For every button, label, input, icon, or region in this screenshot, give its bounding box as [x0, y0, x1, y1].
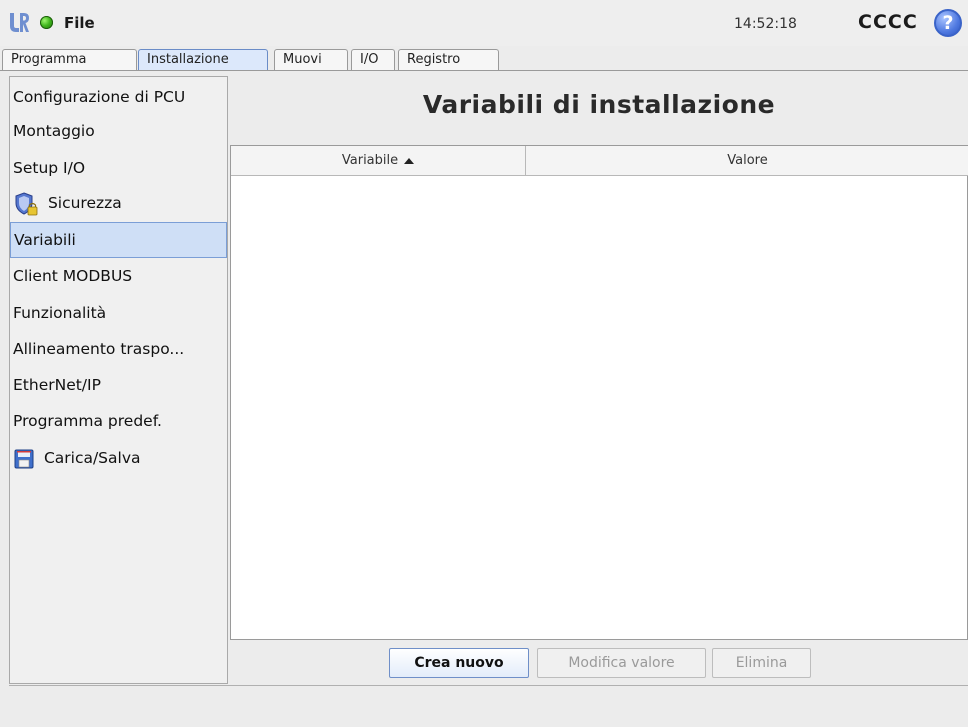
sidebar-item-label: Sicurezza — [47, 194, 122, 212]
floppy-disk-icon — [14, 449, 34, 468]
sidebar-item-allineamento[interactable]: Allineamento traspo... — [10, 332, 227, 366]
footer-divider — [9, 685, 968, 686]
sidebar-item-client-modbus[interactable]: Client MODBUS — [10, 259, 227, 293]
ur-logo-icon[interactable] — [8, 11, 30, 35]
edit-value-button[interactable]: Modifica valore — [537, 648, 706, 678]
tabs-divider — [0, 70, 968, 71]
robot-name: CCCC — [858, 11, 918, 33]
sidebar-item-sicurezza[interactable]: Sicurezza — [10, 186, 227, 220]
table-header: Variabile Valore — [231, 146, 968, 176]
column-header-variabile[interactable]: Variabile — [231, 146, 525, 176]
clock: 14:52:18 — [734, 16, 797, 32]
sidebar-item-label: Carica/Salva — [43, 449, 141, 467]
tab-programma[interactable]: Programma — [2, 49, 137, 71]
sidebar-item-label: Client MODBUS — [13, 267, 133, 285]
sidebar-item-setup-io[interactable]: Setup I/O — [10, 151, 227, 185]
create-new-button[interactable]: Crea nuovo — [389, 648, 529, 678]
tab-muovi[interactable]: Muovi — [274, 49, 348, 71]
tab-installazione[interactable]: Installazione — [138, 49, 268, 71]
sidebar-item-label: Variabili — [14, 231, 76, 249]
sidebar-item-label: Configurazione di PCU — [13, 88, 186, 106]
sidebar-item-label: Montaggio — [13, 122, 95, 140]
tab-registro[interactable]: Registro — [398, 49, 499, 71]
column-header-valore[interactable]: Valore — [526, 146, 968, 176]
installation-sidebar: Configurazione di PCU Montaggio Setup I/… — [9, 76, 228, 684]
sidebar-item-programma-predef[interactable]: Programma predef. — [10, 404, 227, 438]
sidebar-item-montaggio[interactable]: Montaggio — [10, 114, 227, 148]
top-bar: File 14:52:18 CCCC ? — [0, 0, 968, 46]
sidebar-item-label: EtherNet/IP — [13, 376, 101, 394]
main-tabs: Programma Installazione Muovi I/O Regist… — [0, 49, 968, 71]
sidebar-item-pcu-config[interactable]: Configurazione di PCU — [10, 80, 227, 114]
sort-ascending-icon — [404, 157, 415, 164]
sidebar-item-ethernet-ip[interactable]: EtherNet/IP — [10, 368, 227, 402]
sidebar-item-label: Programma predef. — [13, 412, 162, 430]
tab-io[interactable]: I/O — [351, 49, 395, 71]
sidebar-item-label: Setup I/O — [13, 159, 86, 177]
page-title: Variabili di installazione — [422, 90, 776, 119]
sidebar-item-carica-salva[interactable]: Carica/Salva — [10, 441, 227, 475]
delete-button[interactable]: Elimina — [712, 648, 811, 678]
file-menu[interactable]: File — [64, 14, 95, 32]
sidebar-item-funzionalita[interactable]: Funzionalità — [10, 296, 227, 330]
variables-table[interactable]: Variabile Valore — [230, 145, 968, 640]
help-icon[interactable]: ? — [934, 9, 962, 37]
sidebar-item-label: Allineamento traspo... — [13, 340, 185, 358]
sidebar-item-variabili[interactable]: Variabili — [10, 222, 227, 258]
shield-lock-icon — [15, 191, 38, 215]
variables-panel: Variabili di installazione Variabile Val… — [230, 76, 968, 685]
sidebar-item-label: Funzionalità — [13, 304, 107, 322]
robot-status-indicator[interactable] — [40, 16, 53, 29]
